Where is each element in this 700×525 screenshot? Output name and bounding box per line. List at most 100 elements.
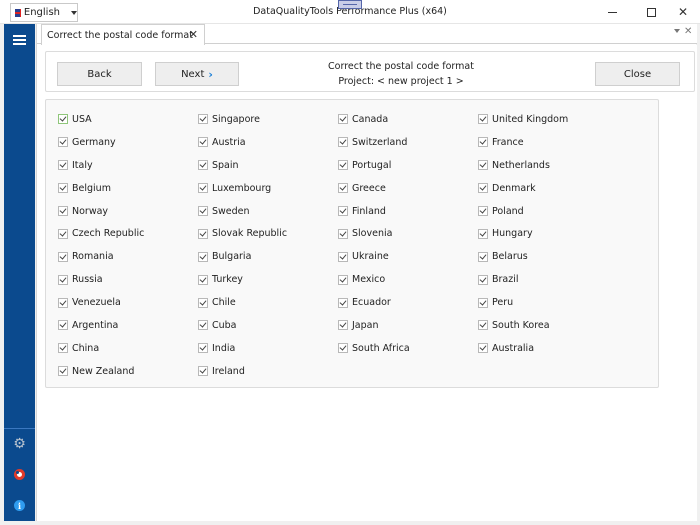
checkbox-checked-icon[interactable] — [478, 228, 488, 239]
minimize-button[interactable] — [594, 0, 630, 24]
checkbox-checked-icon[interactable] — [478, 274, 488, 285]
checkbox-checked-icon[interactable] — [198, 297, 208, 308]
checkbox-checked-icon[interactable] — [58, 160, 68, 171]
country-checkbox-czech-republic[interactable]: Czech Republic — [58, 222, 198, 245]
tab-close-icon[interactable]: ✕ — [189, 28, 198, 41]
checkbox-checked-icon[interactable] — [58, 343, 68, 354]
country-checkbox-south-korea[interactable]: South Korea — [478, 314, 618, 337]
country-checkbox-mexico[interactable]: Mexico — [338, 268, 478, 291]
back-button[interactable]: Back — [57, 62, 142, 86]
close-window-button[interactable]: ✕ — [665, 0, 700, 24]
maximize-button[interactable] — [633, 0, 669, 24]
checkbox-checked-icon[interactable] — [58, 251, 68, 262]
country-checkbox-australia[interactable]: Australia — [478, 337, 618, 360]
country-checkbox-romania[interactable]: Romania — [58, 245, 198, 268]
checkbox-checked-icon[interactable] — [58, 206, 68, 216]
checkbox-checked-icon[interactable] — [478, 297, 488, 308]
country-checkbox-peru[interactable]: Peru — [478, 291, 618, 314]
checkbox-checked-icon[interactable] — [58, 366, 68, 377]
checkbox-checked-icon[interactable] — [58, 274, 68, 285]
country-checkbox-russia[interactable]: Russia — [58, 268, 198, 291]
checkbox-checked-icon[interactable] — [58, 114, 68, 125]
checkbox-checked-icon[interactable] — [478, 114, 488, 125]
country-checkbox-brazil[interactable]: Brazil — [478, 268, 618, 291]
country-checkbox-ukraine[interactable]: Ukraine — [338, 245, 478, 268]
country-checkbox-sweden[interactable]: Sweden — [198, 200, 338, 223]
country-checkbox-denmark[interactable]: Denmark — [478, 177, 618, 200]
checkbox-checked-icon[interactable] — [198, 183, 208, 194]
country-checkbox-venezuela[interactable]: Venezuela — [58, 291, 198, 314]
country-checkbox-cuba[interactable]: Cuba — [198, 314, 338, 337]
lifebuoy-icon[interactable] — [12, 467, 27, 482]
checkbox-checked-icon[interactable] — [198, 251, 208, 262]
tab-list-dropdown-icon[interactable] — [674, 29, 680, 33]
checkbox-checked-icon[interactable] — [478, 160, 488, 171]
checkbox-checked-icon[interactable] — [338, 183, 348, 194]
checkbox-checked-icon[interactable] — [198, 274, 208, 285]
checkbox-checked-icon[interactable] — [338, 160, 348, 171]
country-checkbox-netherlands[interactable]: Netherlands — [478, 154, 618, 177]
checkbox-checked-icon[interactable] — [198, 206, 208, 216]
country-checkbox-germany[interactable]: Germany — [58, 131, 198, 154]
checkbox-checked-icon[interactable] — [338, 343, 348, 354]
country-checkbox-greece[interactable]: Greece — [338, 177, 478, 200]
country-checkbox-finland[interactable]: Finland — [338, 200, 478, 223]
checkbox-checked-icon[interactable] — [338, 320, 348, 331]
gear-icon[interactable]: ⚙ — [12, 436, 27, 452]
checkbox-checked-icon[interactable] — [478, 206, 488, 216]
country-checkbox-belgium[interactable]: Belgium — [58, 177, 198, 200]
checkbox-checked-icon[interactable] — [338, 114, 348, 125]
info-icon[interactable]: i — [12, 498, 27, 513]
checkbox-checked-icon[interactable] — [478, 251, 488, 262]
country-checkbox-china[interactable]: China — [58, 337, 198, 360]
country-checkbox-ecuador[interactable]: Ecuador — [338, 291, 478, 314]
country-checkbox-india[interactable]: India — [198, 337, 338, 360]
country-checkbox-usa[interactable]: USA — [58, 108, 198, 131]
country-checkbox-poland[interactable]: Poland — [478, 200, 618, 223]
hamburger-menu-icon[interactable] — [13, 35, 26, 45]
checkbox-checked-icon[interactable] — [198, 160, 208, 171]
country-checkbox-united-kingdom[interactable]: United Kingdom — [478, 108, 618, 131]
country-checkbox-south-africa[interactable]: South Africa — [338, 337, 478, 360]
country-checkbox-ireland[interactable]: Ireland — [198, 360, 338, 383]
checkbox-checked-icon[interactable] — [478, 137, 488, 148]
checkbox-checked-icon[interactable] — [478, 183, 488, 194]
checkbox-checked-icon[interactable] — [338, 137, 348, 148]
close-button[interactable]: Close — [595, 62, 680, 86]
country-checkbox-italy[interactable]: Italy — [58, 154, 198, 177]
checkbox-checked-icon[interactable] — [338, 228, 348, 239]
checkbox-checked-icon[interactable] — [198, 114, 208, 125]
country-checkbox-belarus[interactable]: Belarus — [478, 245, 618, 268]
checkbox-checked-icon[interactable] — [198, 343, 208, 354]
country-checkbox-slovenia[interactable]: Slovenia — [338, 222, 478, 245]
country-checkbox-argentina[interactable]: Argentina — [58, 314, 198, 337]
checkbox-checked-icon[interactable] — [338, 251, 348, 262]
country-checkbox-chile[interactable]: Chile — [198, 291, 338, 314]
country-checkbox-canada[interactable]: Canada — [338, 108, 478, 131]
checkbox-checked-icon[interactable] — [198, 137, 208, 148]
country-checkbox-bulgaria[interactable]: Bulgaria — [198, 245, 338, 268]
country-checkbox-new-zealand[interactable]: New Zealand — [58, 360, 198, 383]
country-checkbox-spain[interactable]: Spain — [198, 154, 338, 177]
checkbox-checked-icon[interactable] — [198, 228, 208, 239]
country-checkbox-norway[interactable]: Norway — [58, 200, 198, 223]
checkbox-checked-icon[interactable] — [338, 297, 348, 308]
checkbox-checked-icon[interactable] — [58, 228, 68, 239]
tab-correct-postal-code[interactable]: Correct the postal code format ✕ — [41, 24, 205, 45]
drag-handle-icon[interactable] — [338, 0, 362, 9]
checkbox-checked-icon[interactable] — [58, 183, 68, 194]
checkbox-checked-icon[interactable] — [198, 366, 208, 377]
country-checkbox-turkey[interactable]: Turkey — [198, 268, 338, 291]
country-checkbox-france[interactable]: France — [478, 131, 618, 154]
checkbox-checked-icon[interactable] — [338, 206, 348, 216]
country-checkbox-japan[interactable]: Japan — [338, 314, 478, 337]
country-checkbox-hungary[interactable]: Hungary — [478, 222, 618, 245]
country-checkbox-slovak-republic[interactable]: Slovak Republic — [198, 222, 338, 245]
checkbox-checked-icon[interactable] — [58, 320, 68, 331]
language-dropdown[interactable]: English — [10, 3, 78, 22]
next-button[interactable]: Next › — [155, 62, 239, 86]
checkbox-checked-icon[interactable] — [338, 274, 348, 285]
checkbox-checked-icon[interactable] — [478, 343, 488, 354]
country-checkbox-portugal[interactable]: Portugal — [338, 154, 478, 177]
checkbox-checked-icon[interactable] — [198, 320, 208, 331]
